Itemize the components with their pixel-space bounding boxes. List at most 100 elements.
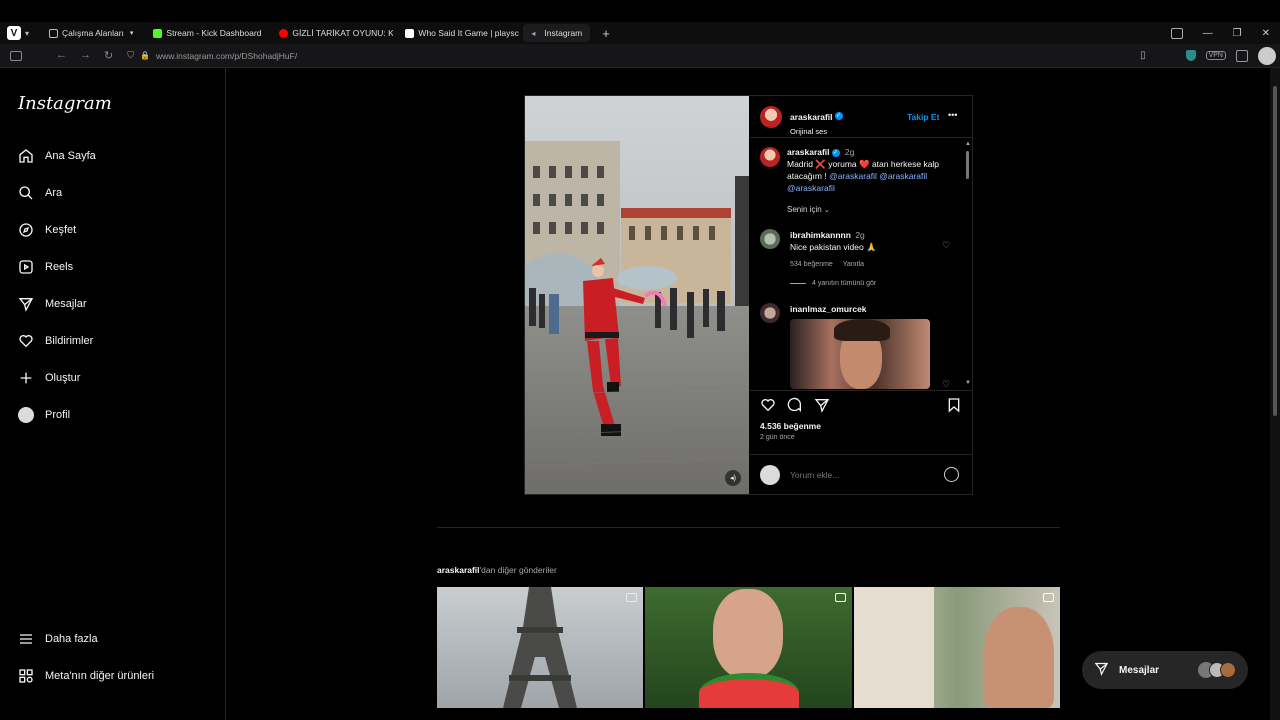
- commenter-username[interactable]: ibrahimkannnn: [790, 230, 851, 240]
- sidebar-item-explore[interactable]: Keşfet: [18, 222, 76, 238]
- compass-icon: [18, 222, 34, 238]
- sidebar-item-notifications[interactable]: Bildirimler: [18, 333, 93, 349]
- person-head-shape: [983, 607, 1054, 708]
- post-video[interactable]: ◂): [525, 96, 749, 494]
- watermelon-shape: [699, 673, 800, 708]
- minimize-button[interactable]: —: [1203, 28, 1213, 39]
- caption-username[interactable]: araskarafil: [787, 147, 830, 157]
- comments-section: araskarafil ✓ 2g Madrid ❌ yoruma ❤️ atan …: [750, 139, 973, 391]
- address-bar-row: ← → ↻ ⛉ 🔒 www.instagram.com/p/DShohadjHu…: [0, 44, 1280, 68]
- tab-youtube[interactable]: GİZLİ TARİKAT OYUNU: KA: [271, 24, 393, 42]
- vpn-button[interactable]: VPN: [1205, 51, 1226, 60]
- scroll-up-arrow-icon[interactable]: ▲: [965, 141, 971, 147]
- messages-floating-bar[interactable]: Mesajlar: [1082, 651, 1248, 689]
- sidebar-item-messages[interactable]: Mesajlar: [18, 296, 87, 312]
- post-time: 2 gün önce: [760, 434, 795, 441]
- tab-instagram[interactable]: ◂ Instagram: [523, 24, 591, 42]
- author-avatar[interactable]: [760, 106, 782, 128]
- maximize-button[interactable]: ❐: [1233, 28, 1242, 39]
- messages-label: Mesajlar: [1119, 664, 1160, 676]
- sidebar-item-label: Oluştur: [45, 372, 81, 384]
- more-options-icon[interactable]: •••: [948, 110, 957, 120]
- more-posts-suffix: 'dan diğer gönderiler: [479, 565, 557, 575]
- save-icon[interactable]: [946, 397, 962, 418]
- page-scrollbar[interactable]: [1270, 68, 1280, 720]
- home-icon: [18, 148, 34, 164]
- bookmark-icon[interactable]: ▯: [1140, 50, 1146, 61]
- commenter-avatar[interactable]: [760, 303, 780, 323]
- mute-button[interactable]: ◂): [725, 470, 741, 486]
- comments-scrollbar[interactable]: ▲ ▼: [965, 141, 971, 386]
- caption-avatar[interactable]: [760, 147, 780, 167]
- mention-link[interactable]: @araskarafil: [879, 171, 927, 181]
- scroll-down-arrow-icon[interactable]: ▼: [965, 380, 971, 386]
- sidebar-item-label: Bildirimler: [45, 335, 94, 347]
- emoji-icon[interactable]: [944, 467, 959, 482]
- scrollbar-thumb[interactable]: [1273, 86, 1277, 416]
- browser-menu-chevron-icon[interactable]: ▾: [25, 29, 29, 38]
- likes-count[interactable]: 4.536 beğenme: [760, 421, 821, 431]
- speaker-icon: ◂: [531, 28, 536, 38]
- sidebar-item-more[interactable]: Daha fazla: [18, 631, 98, 647]
- like-icon[interactable]: [760, 397, 776, 418]
- tab-checklist-icon[interactable]: [1170, 27, 1183, 39]
- share-icon[interactable]: [814, 397, 830, 418]
- post-thumbnail[interactable]: [437, 587, 644, 708]
- replies-line: [790, 283, 806, 284]
- hamburger-icon: [18, 631, 34, 647]
- sidebar-item-meta[interactable]: Meta'nın diğer ürünleri: [18, 668, 154, 684]
- proton-shield-icon[interactable]: [1185, 50, 1196, 61]
- view-replies-button[interactable]: 4 yanıtın tümünü gör: [790, 280, 876, 287]
- comment-icon[interactable]: [787, 397, 803, 418]
- post-thumbnail[interactable]: [853, 587, 1060, 708]
- browser-logo-icon[interactable]: V: [7, 26, 21, 40]
- url-field[interactable]: ⛉ 🔒 www.instagram.com/p/DShohadjHuF/: [127, 50, 297, 61]
- site-shield-icon[interactable]: ⛉: [127, 50, 134, 61]
- commenter-avatar[interactable]: [760, 229, 780, 249]
- instagram-logo[interactable]: Instagram: [18, 93, 112, 114]
- commenter-username[interactable]: inanlmaz_omurcek: [790, 304, 867, 314]
- sort-label: Senin için: [787, 205, 822, 214]
- sidebar-item-create[interactable]: Oluştur: [18, 370, 80, 386]
- forward-icon[interactable]: →: [80, 49, 91, 62]
- sidebar-item-home[interactable]: Ana Sayfa: [18, 148, 96, 164]
- post-thumbnail[interactable]: [645, 587, 852, 708]
- comment-input[interactable]: [790, 469, 930, 480]
- reply-button[interactable]: Yanıtla: [843, 261, 864, 268]
- comments-scroll-thumb[interactable]: [966, 151, 969, 179]
- close-window-button[interactable]: ✕: [1262, 28, 1270, 39]
- profile-avatar: [18, 407, 34, 423]
- mention-link[interactable]: @araskarafil: [787, 183, 835, 193]
- tab-playscore[interactable]: Who Said It Game | playsc: [397, 24, 519, 42]
- instagram-sidebar: Instagram Ana Sayfa Ara Keşfet Reels Mes…: [0, 68, 226, 720]
- person-head-shape: [713, 589, 784, 679]
- reload-icon[interactable]: ↻: [104, 49, 113, 62]
- back-icon[interactable]: ←: [56, 49, 67, 62]
- sidebar-item-search[interactable]: Ara: [18, 185, 62, 201]
- sidebar-toggle-icon[interactable]: [10, 50, 22, 61]
- layers-icon: [49, 28, 59, 38]
- sidebar-item-label: Mesajlar: [45, 298, 87, 310]
- sidebar-item-label: Keşfet: [45, 224, 77, 236]
- comment-likes[interactable]: 534 beğenme: [790, 261, 833, 268]
- follow-button[interactable]: Takip Et: [907, 112, 939, 122]
- new-tab-button[interactable]: +: [602, 26, 610, 41]
- extensions-icon[interactable]: [1236, 49, 1248, 62]
- more-posts-author[interactable]: araskarafil: [437, 565, 480, 575]
- comment-like-icon[interactable]: ♡: [942, 240, 950, 251]
- mention-link[interactable]: @araskarafil: [829, 171, 877, 181]
- audio-label[interactable]: Orijinal ses: [790, 127, 843, 136]
- sidebar-item-reels[interactable]: Reels: [18, 259, 73, 275]
- contact-avatar: [1220, 662, 1236, 678]
- tab-workspaces[interactable]: Çalışma Alanları ▾: [41, 24, 141, 42]
- comment-like-icon[interactable]: ♡: [942, 379, 950, 390]
- video-frame-illustration: [525, 96, 749, 494]
- browser-profile-avatar[interactable]: [1258, 46, 1276, 65]
- tab-kick[interactable]: Stream - Kick Dashboard: [145, 24, 267, 42]
- author-username[interactable]: araskarafil: [790, 112, 833, 122]
- post-actions: 4.536 beğenme 2 gün önce: [750, 393, 973, 453]
- comment-gif-image[interactable]: [790, 319, 930, 389]
- reels-icon: [18, 259, 34, 275]
- sort-dropdown[interactable]: Senin için ⌄: [787, 205, 830, 214]
- sidebar-item-profile[interactable]: Profil: [18, 407, 70, 423]
